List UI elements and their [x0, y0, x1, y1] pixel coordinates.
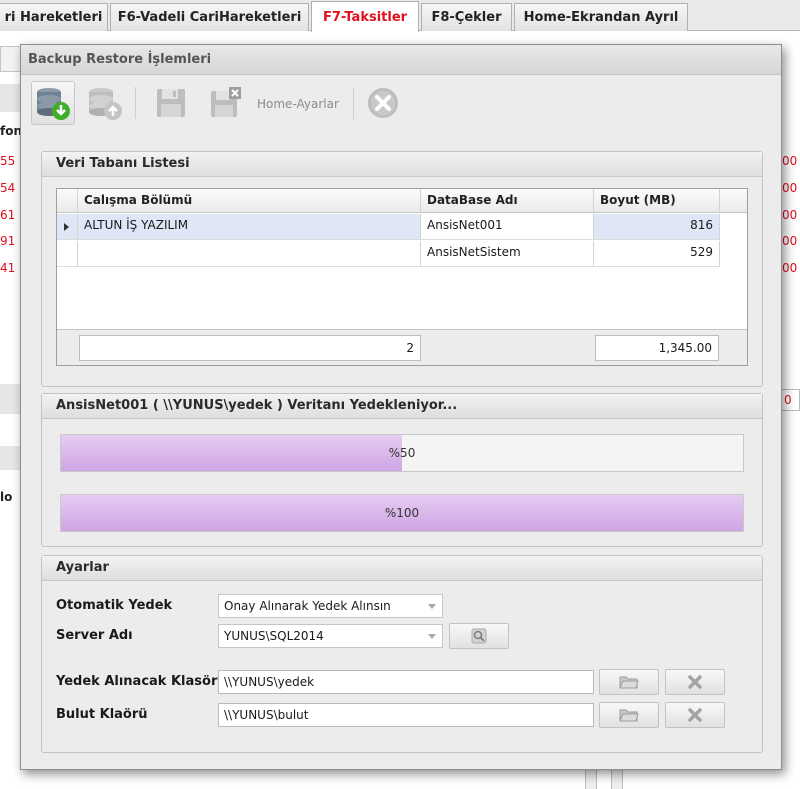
bg-row-value: 00: [782, 208, 798, 222]
dialog-toolbar: Home-Ayarlar: [29, 77, 771, 131]
tab-taksitler[interactable]: F7-Taksitler: [311, 1, 419, 32]
settings-title: Ayarlar: [42, 556, 762, 581]
save-cancel-icon: [211, 87, 241, 117]
auto-backup-select[interactable]: Onay Alınarak Yedek Alınsın: [218, 594, 443, 618]
bg-scroll-handle: [611, 770, 623, 789]
backup-folder-label: Yedek Alınacak Klasör: [56, 674, 218, 689]
clear-icon: [688, 708, 702, 722]
bg-row-value: 00: [782, 181, 798, 195]
toolbar-separator: [353, 87, 354, 119]
progress-bar-total: %100: [60, 494, 744, 532]
server-select[interactable]: YUNUS\SQL2014: [218, 624, 443, 648]
backup-folder-browse-button[interactable]: [599, 669, 659, 695]
row-pointer-icon: [64, 223, 69, 231]
auto-backup-label: Otomatik Yedek: [56, 598, 173, 613]
save-cancel-button[interactable]: [203, 81, 247, 125]
backup-restore-dialog: Backup Restore İşlemleri Home-Ayarlar Ve…: [20, 44, 782, 770]
database-list-title: Veri Tabanı Listesi: [42, 152, 762, 177]
server-label: Server Adı: [56, 628, 133, 643]
bg-row-value: 00: [782, 234, 798, 248]
folder-icon: [619, 709, 639, 722]
dialog-title: Backup Restore İşlemleri: [21, 45, 781, 75]
cell-database[interactable]: AnsisNet001: [421, 214, 594, 239]
column-header-database[interactable]: DataBase Adı: [421, 189, 594, 212]
footer-row-count: 2: [79, 335, 421, 361]
auto-backup-value: Onay Alınarak Yedek Alınsın: [224, 599, 391, 613]
backup-progress-group: AnsisNet001 ( \\YUNUS\yedek ) Veritanı Y…: [41, 393, 763, 547]
clear-icon: [688, 675, 702, 689]
table-row[interactable]: AnsisNetSistem 529: [57, 241, 720, 267]
row-indicator: [57, 214, 78, 239]
cloud-folder-input[interactable]: \\YUNUS\bulut: [218, 703, 594, 727]
bg-panel-strip: [0, 446, 22, 470]
bg-row-value: 54: [0, 181, 16, 195]
row-indicator: [57, 241, 78, 266]
backup-folder-clear-button[interactable]: [665, 669, 725, 695]
cloud-folder-label: Bulut Klaörü: [56, 707, 148, 722]
server-value: YUNUS\SQL2014: [224, 629, 324, 643]
search-server-icon: [471, 628, 487, 644]
cell-size[interactable]: 816: [594, 214, 720, 239]
cell-section[interactable]: [78, 241, 421, 266]
row-indicator-header: [57, 189, 78, 212]
cloud-folder-clear-button[interactable]: [665, 702, 725, 728]
cell-size[interactable]: 529: [594, 241, 720, 266]
bg-row-value: 00: [782, 261, 798, 275]
tab-vadeli-cari-hareketleri[interactable]: F6-Vadeli CariHareketleri: [110, 3, 309, 31]
restore-button[interactable]: [83, 81, 127, 125]
cell-database[interactable]: AnsisNetSistem: [421, 241, 594, 266]
chevron-down-icon[interactable]: [428, 604, 436, 609]
column-header-section[interactable]: Calışma Bölümü: [78, 189, 421, 212]
database-backup-icon: [37, 88, 70, 120]
close-circle-icon: [368, 88, 398, 118]
chevron-down-icon[interactable]: [428, 634, 436, 639]
bg-column-header: fon: [0, 124, 22, 138]
bg-row-value: 61: [0, 208, 16, 222]
tab-cari-hareketleri[interactable]: ri Hareketleri: [0, 3, 108, 31]
tab-home-exit[interactable]: Home-Ekrandan Ayrıl: [514, 3, 688, 31]
column-header-size[interactable]: Boyut (MB): [594, 189, 720, 212]
footer-total-size: 1,345.00: [595, 335, 719, 361]
bg-button[interactable]: [0, 46, 22, 72]
backup-button[interactable]: [31, 81, 75, 125]
cloud-folder-browse-button[interactable]: [599, 702, 659, 728]
cell-section[interactable]: ALTUN İŞ YAZILIM: [78, 214, 421, 239]
main-tab-bar: ri Hareketleri F6-Vadeli CariHareketleri…: [0, 0, 800, 32]
bg-row-value: 41: [0, 261, 16, 275]
bg-label: lo: [0, 490, 13, 504]
save-icon: [157, 89, 185, 117]
grid-header: Calışma Bölümü DataBase Adı Boyut (MB): [57, 189, 747, 213]
progress-title: AnsisNet001 ( \\YUNUS\yedek ) Veritanı Y…: [42, 394, 762, 419]
settings-group: Ayarlar Otomatik Yedek Onay Alınarak Yed…: [41, 555, 763, 753]
save-button[interactable]: [149, 81, 193, 125]
bg-scroll-handle: [585, 770, 597, 789]
progress-label-current: %50: [388, 446, 416, 460]
toolbar-separator: [135, 87, 136, 119]
backup-folder-input[interactable]: \\YUNUS\yedek: [218, 670, 594, 694]
tab-cekler[interactable]: F8-Çekler: [421, 3, 512, 31]
grid-footer: 2 1,345.00: [57, 329, 747, 365]
bg-row-value: 91: [0, 234, 16, 248]
progress-label-total: %100: [384, 506, 420, 520]
bg-row-value: 55: [0, 154, 16, 168]
bg-toolbar-strip: [0, 84, 22, 112]
database-list-group: Veri Tabanı Listesi Calışma Bölümü DataB…: [41, 151, 763, 387]
database-grid: Calışma Bölümü DataBase Adı Boyut (MB) A…: [56, 188, 748, 366]
database-restore-icon: [89, 88, 122, 120]
bg-row-value: 00: [782, 154, 798, 168]
server-browse-button[interactable]: [449, 623, 509, 649]
close-button[interactable]: [361, 81, 405, 125]
folder-icon: [619, 676, 639, 689]
table-row[interactable]: ALTUN İŞ YAZILIM AnsisNet001 816: [57, 214, 720, 240]
home-settings-button[interactable]: Home-Ayarlar: [257, 97, 339, 111]
bg-panel-strip: [0, 384, 22, 414]
progress-bar-current: %50: [60, 434, 744, 472]
